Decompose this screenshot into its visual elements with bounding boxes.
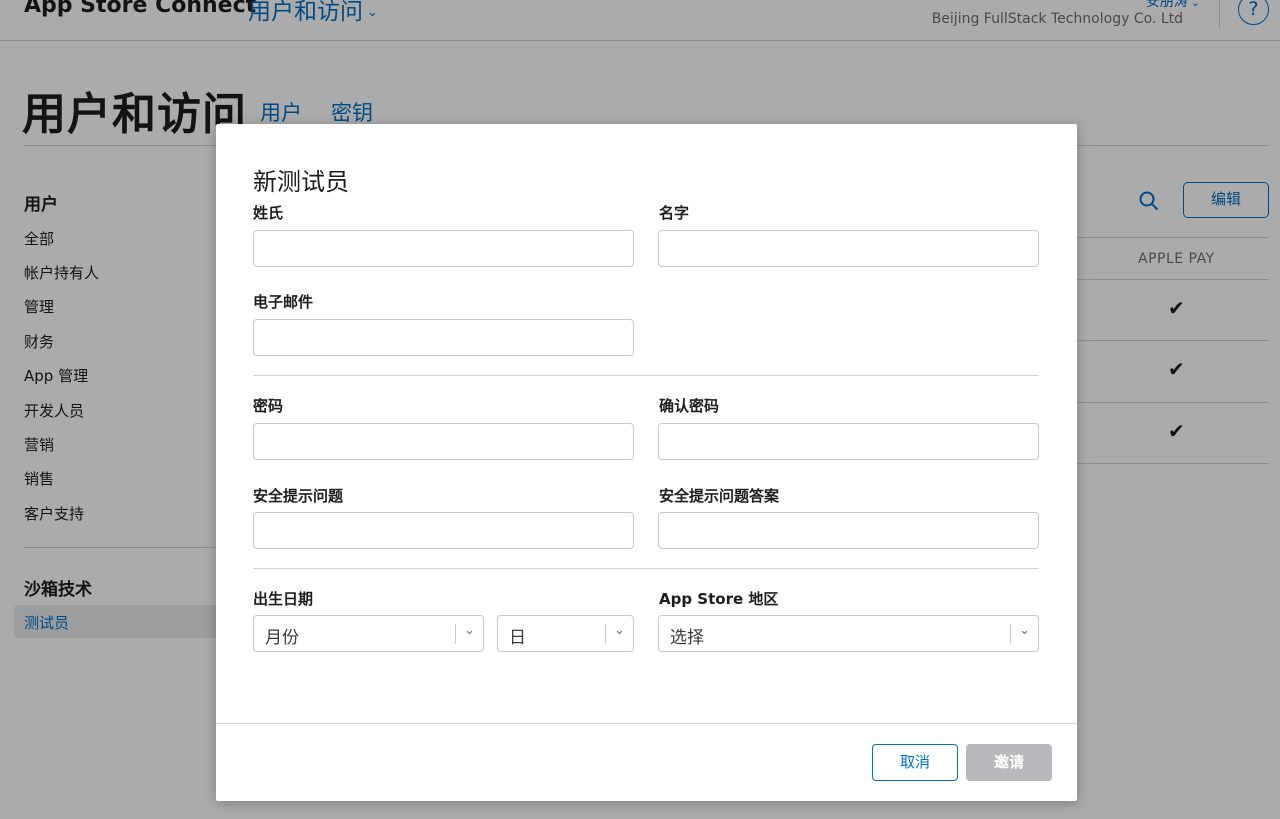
- security-question-field[interactable]: [253, 512, 634, 549]
- dialog-footer-divider: [216, 723, 1077, 724]
- password-field[interactable]: [253, 423, 634, 460]
- chevron-down-icon: ⌄: [1019, 623, 1030, 638]
- chevron-down-icon: ⌄: [464, 623, 475, 638]
- last-name-field[interactable]: [253, 230, 634, 267]
- security-question-label: 安全提示问题: [253, 487, 344, 505]
- security-answer-field[interactable]: [658, 512, 1039, 549]
- dialog-title: 新测试员: [253, 168, 349, 196]
- confirm-password-label: 确认密码: [659, 397, 720, 415]
- security-answer-label: 安全提示问题答案: [659, 487, 780, 505]
- chevron-down-icon: ⌄: [614, 623, 625, 638]
- confirm-password-field[interactable]: [658, 423, 1039, 460]
- region-select[interactable]: 选择 ⌄: [658, 615, 1039, 652]
- select-divider: [1010, 624, 1011, 644]
- birth-month-value: 月份: [265, 628, 299, 648]
- birth-month-select[interactable]: 月份 ⌄: [253, 615, 484, 652]
- region-label: App Store 地区: [659, 590, 779, 608]
- birth-day-select[interactable]: 日 ⌄: [497, 615, 634, 652]
- form-divider: [253, 568, 1039, 569]
- first-name-label: 名字: [659, 204, 690, 222]
- birth-day-value: 日: [509, 628, 526, 648]
- birth-date-label: 出生日期: [253, 590, 314, 608]
- email-label: 电子邮件: [253, 293, 314, 311]
- last-name-label: 姓氏: [253, 204, 284, 222]
- select-divider: [605, 624, 606, 644]
- password-label: 密码: [253, 397, 284, 415]
- email-field[interactable]: [253, 319, 634, 356]
- cancel-button[interactable]: 取消: [872, 744, 958, 781]
- new-tester-dialog: 新测试员 姓氏 名字 电子邮件 密码 确认密码 安全提示问题 安全提示问题答案 …: [216, 124, 1077, 801]
- region-value: 选择: [670, 628, 704, 648]
- first-name-field[interactable]: [658, 230, 1039, 267]
- select-divider: [455, 624, 456, 644]
- invite-button[interactable]: 邀请: [966, 744, 1052, 781]
- form-divider: [253, 375, 1039, 376]
